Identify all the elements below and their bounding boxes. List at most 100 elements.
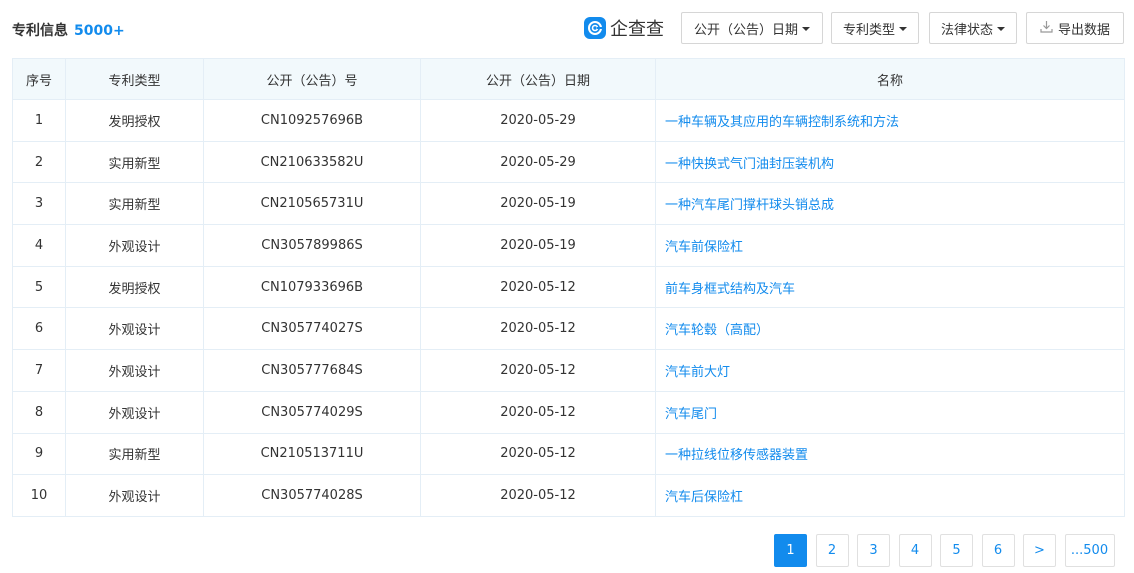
cell-number: CN305777684S [203, 349, 421, 392]
cell-type: 外观设计 [65, 307, 204, 351]
cell-index: 7 [12, 349, 66, 392]
cell-number: CN210565731U [203, 182, 421, 226]
cell-index: 1 [12, 99, 66, 142]
cell-date: 2020-05-29 [420, 140, 656, 184]
filter-date-label: 公开（公告）日期 [693, 22, 798, 38]
cell-type: 外观设计 [65, 390, 204, 434]
patent-name-link[interactable]: 前车身框式结构及汽车 [665, 282, 795, 297]
cell-number: CN210513711U [203, 432, 421, 476]
result-count: 5000+ [74, 23, 125, 39]
cell-number: CN305774029S [203, 390, 421, 434]
cell-index: 10 [12, 474, 66, 517]
cell-type: 发明授权 [65, 265, 204, 309]
pagination: 1 2 3 4 5 6 > ...500 [774, 534, 1115, 567]
cell-type: 实用新型 [65, 182, 204, 226]
cell-date: 2020-05-12 [420, 265, 656, 309]
cell-name: 一种拉线位移传感器装置 [655, 432, 1125, 476]
cell-date: 2020-05-12 [420, 474, 656, 517]
export-button[interactable]: 导出数据 [1026, 12, 1124, 44]
caret-down-icon [997, 27, 1005, 31]
cell-date: 2020-05-29 [420, 99, 656, 142]
cell-number: CN305774028S [203, 474, 421, 517]
brand-logo-text: 企查查 [610, 19, 664, 40]
cell-date: 2020-05-12 [420, 432, 656, 476]
cell-type: 外观设计 [65, 474, 204, 517]
filter-type-label: 专利类型 [842, 22, 895, 38]
section-title-text: 专利信息 [12, 23, 68, 39]
cell-date: 2020-05-12 [420, 349, 656, 392]
cell-date: 2020-05-19 [420, 224, 656, 267]
cell-number: CN305789986S [203, 224, 421, 267]
cell-number: CN305774027S [203, 307, 421, 351]
cell-number: CN109257696B [203, 99, 421, 142]
table-header-row: 序号 专利类型 公开（公告）号 公开（公告）日期 名称 [12, 58, 1125, 100]
table-row: 6 外观设计 CN305774027S 2020-05-12 汽车轮毂（高配） [12, 307, 1125, 351]
column-header-name: 名称 [655, 58, 1125, 100]
cell-type: 外观设计 [65, 349, 204, 392]
patent-name-link[interactable]: 一种快换式气门油封压装机构 [665, 157, 834, 172]
patent-name-link[interactable]: 汽车轮毂（高配） [665, 323, 769, 338]
next-page-button[interactable]: > [1023, 534, 1056, 567]
page-button-6[interactable]: 6 [981, 534, 1015, 567]
section-title: 专利信息 5000+ [12, 20, 125, 40]
patent-table: 序号 专利类型 公开（公告）号 公开（公告）日期 名称 1 发明授权 CN109… [12, 58, 1125, 517]
table-row: 3 实用新型 CN210565731U 2020-05-19 一种汽车尾门撑杆球… [12, 182, 1125, 226]
cell-index: 5 [12, 265, 66, 309]
table-row: 9 实用新型 CN210513711U 2020-05-12 一种拉线位移传感器… [12, 432, 1125, 476]
cell-type: 发明授权 [65, 99, 204, 142]
table-row: 2 实用新型 CN210633582U 2020-05-29 一种快换式气门油封… [12, 140, 1125, 184]
filter-date-dropdown[interactable]: 公开（公告）日期 [681, 12, 823, 44]
cell-index: 8 [12, 390, 66, 434]
cell-name: 前车身框式结构及汽车 [655, 265, 1125, 309]
patent-name-link[interactable]: 一种汽车尾门撑杆球头销总成 [665, 198, 834, 213]
page-button-5[interactable]: 5 [940, 534, 973, 567]
column-header-date: 公开（公告）日期 [420, 58, 656, 100]
patent-name-link[interactable]: 一种车辆及其应用的车辆控制系统和方法 [665, 115, 899, 130]
cell-name: 一种汽车尾门撑杆球头销总成 [655, 182, 1125, 226]
page-button-1[interactable]: 1 [774, 534, 807, 567]
patent-name-link[interactable]: 汽车前保险杠 [665, 240, 743, 255]
brand-logo: 企查查 [584, 16, 664, 40]
cell-date: 2020-05-12 [420, 390, 656, 434]
cell-name: 汽车前大灯 [655, 349, 1125, 392]
patent-name-link[interactable]: 一种拉线位移传感器装置 [665, 448, 808, 463]
filter-legal-label: 法律状态 [940, 22, 993, 38]
patent-name-link[interactable]: 汽车后保险杠 [665, 490, 743, 505]
cell-index: 6 [12, 307, 66, 351]
table-row: 10 外观设计 CN305774028S 2020-05-12 汽车后保险杠 [12, 474, 1125, 517]
last-page-button[interactable]: ...500 [1064, 534, 1115, 567]
cell-name: 一种车辆及其应用的车辆控制系统和方法 [655, 99, 1125, 142]
column-header-index: 序号 [12, 58, 66, 100]
cell-name: 汽车前保险杠 [655, 224, 1125, 267]
column-header-type: 专利类型 [65, 58, 204, 100]
cell-number: CN107933696B [203, 265, 421, 309]
page-button-3[interactable]: 3 [857, 534, 890, 567]
cell-number: CN210633582U [203, 140, 421, 184]
cell-name: 汽车后保险杠 [655, 474, 1125, 517]
column-header-number: 公开（公告）号 [203, 58, 421, 100]
cell-name: 汽车轮毂（高配） [655, 307, 1125, 351]
cell-date: 2020-05-19 [420, 182, 656, 226]
caret-down-icon [899, 27, 907, 31]
cell-name: 汽车尾门 [655, 390, 1125, 434]
cell-type: 实用新型 [65, 432, 204, 476]
qichacha-logo-icon [584, 17, 606, 39]
cell-index: 2 [12, 140, 66, 184]
patent-name-link[interactable]: 汽车前大灯 [665, 365, 730, 380]
cell-name: 一种快换式气门油封压装机构 [655, 140, 1125, 184]
page-button-4[interactable]: 4 [898, 534, 932, 567]
cell-index: 9 [12, 432, 66, 476]
cell-type: 实用新型 [65, 140, 204, 184]
cell-type: 外观设计 [65, 224, 204, 267]
download-icon [1040, 20, 1053, 37]
filter-type-dropdown[interactable]: 专利类型 [831, 12, 919, 44]
page-button-2[interactable]: 2 [815, 534, 849, 567]
export-label: 导出数据 [1057, 22, 1110, 38]
cell-index: 3 [12, 182, 66, 226]
table-row: 1 发明授权 CN109257696B 2020-05-29 一种车辆及其应用的… [12, 99, 1125, 142]
patent-name-link[interactable]: 汽车尾门 [665, 407, 717, 422]
cell-date: 2020-05-12 [420, 307, 656, 351]
caret-down-icon [802, 27, 810, 31]
filter-legal-dropdown[interactable]: 法律状态 [929, 12, 1017, 44]
section-header: 专利信息 5000+ 企查查 公开（公告）日期 专利类型 法律状态 导出数据 [12, 12, 1124, 44]
